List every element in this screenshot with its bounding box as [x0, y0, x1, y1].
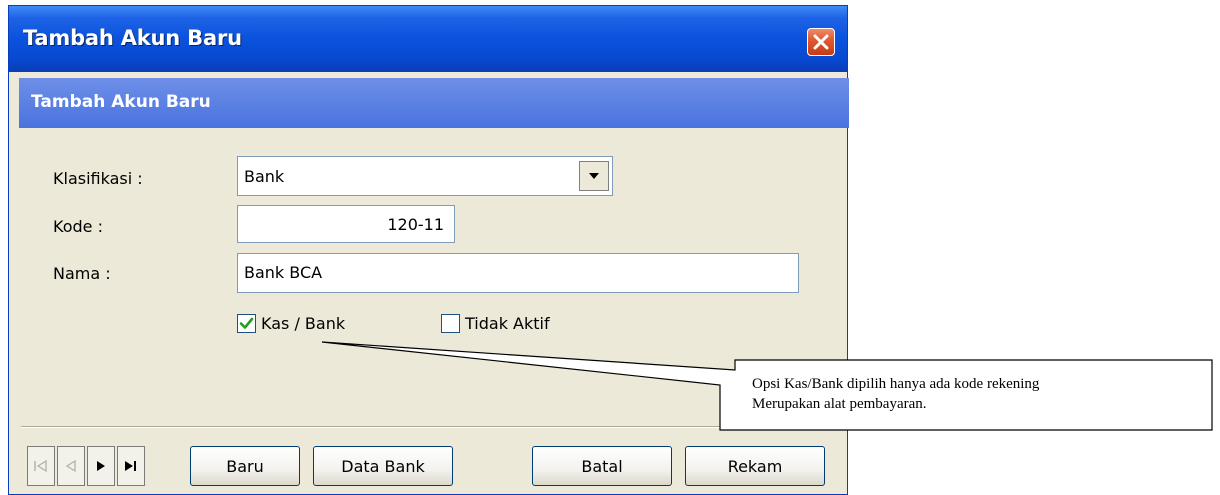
tidak-aktif-checkbox[interactable] [441, 314, 460, 333]
prev-icon [65, 459, 76, 473]
first-icon [34, 459, 47, 473]
prev-record-button[interactable] [57, 446, 85, 486]
kode-label: Kode : [53, 217, 103, 236]
klasifikasi-label: Klasifikasi : [53, 169, 143, 188]
data-bank-button[interactable]: Data Bank [313, 446, 453, 486]
callout-line-2: Merupakan alat pembayaran. [752, 396, 927, 412]
window-title: Tambah Akun Baru [23, 26, 242, 50]
dialog-window: Tambah Akun Baru Tambah Akun Baru Klasif… [8, 5, 849, 495]
tidak-aktif-label[interactable]: Tidak Aktif [465, 314, 550, 333]
klasifikasi-value: Bank [244, 167, 285, 186]
kas-bank-checkbox[interactable] [237, 314, 256, 333]
baru-button[interactable]: Baru [190, 446, 300, 486]
nama-label: Nama : [53, 264, 111, 283]
kode-value: 120-11 [387, 215, 444, 234]
kode-field[interactable]: 120-11 [237, 205, 455, 243]
section-header: Tambah Akun Baru [19, 78, 849, 128]
kas-bank-label[interactable]: Kas / Bank [261, 314, 345, 333]
title-bar[interactable]: Tambah Akun Baru [9, 6, 847, 72]
batal-button[interactable]: Batal [532, 446, 672, 486]
chevron-down-icon [589, 173, 599, 179]
close-icon [813, 34, 829, 50]
klasifikasi-select[interactable]: Bank [237, 156, 613, 196]
callout-text: Opsi Kas/Bank dipilih hanya ada kode rek… [752, 374, 1172, 414]
next-icon [97, 461, 105, 471]
nama-value: Bank BCA [244, 263, 323, 282]
checkmark-icon [239, 317, 254, 329]
footer-divider [21, 426, 847, 428]
callout-line-1: Opsi Kas/Bank dipilih hanya ada kode rek… [752, 376, 1040, 392]
last-record-button[interactable] [117, 446, 145, 486]
dropdown-button[interactable] [579, 161, 609, 191]
next-record-button[interactable] [87, 446, 115, 486]
nama-field[interactable]: Bank BCA [237, 253, 799, 293]
section-header-label: Tambah Akun Baru [31, 92, 211, 112]
last-icon [125, 461, 136, 471]
close-button[interactable] [807, 28, 835, 56]
first-record-button[interactable] [27, 446, 55, 486]
rekam-button[interactable]: Rekam [685, 446, 825, 486]
